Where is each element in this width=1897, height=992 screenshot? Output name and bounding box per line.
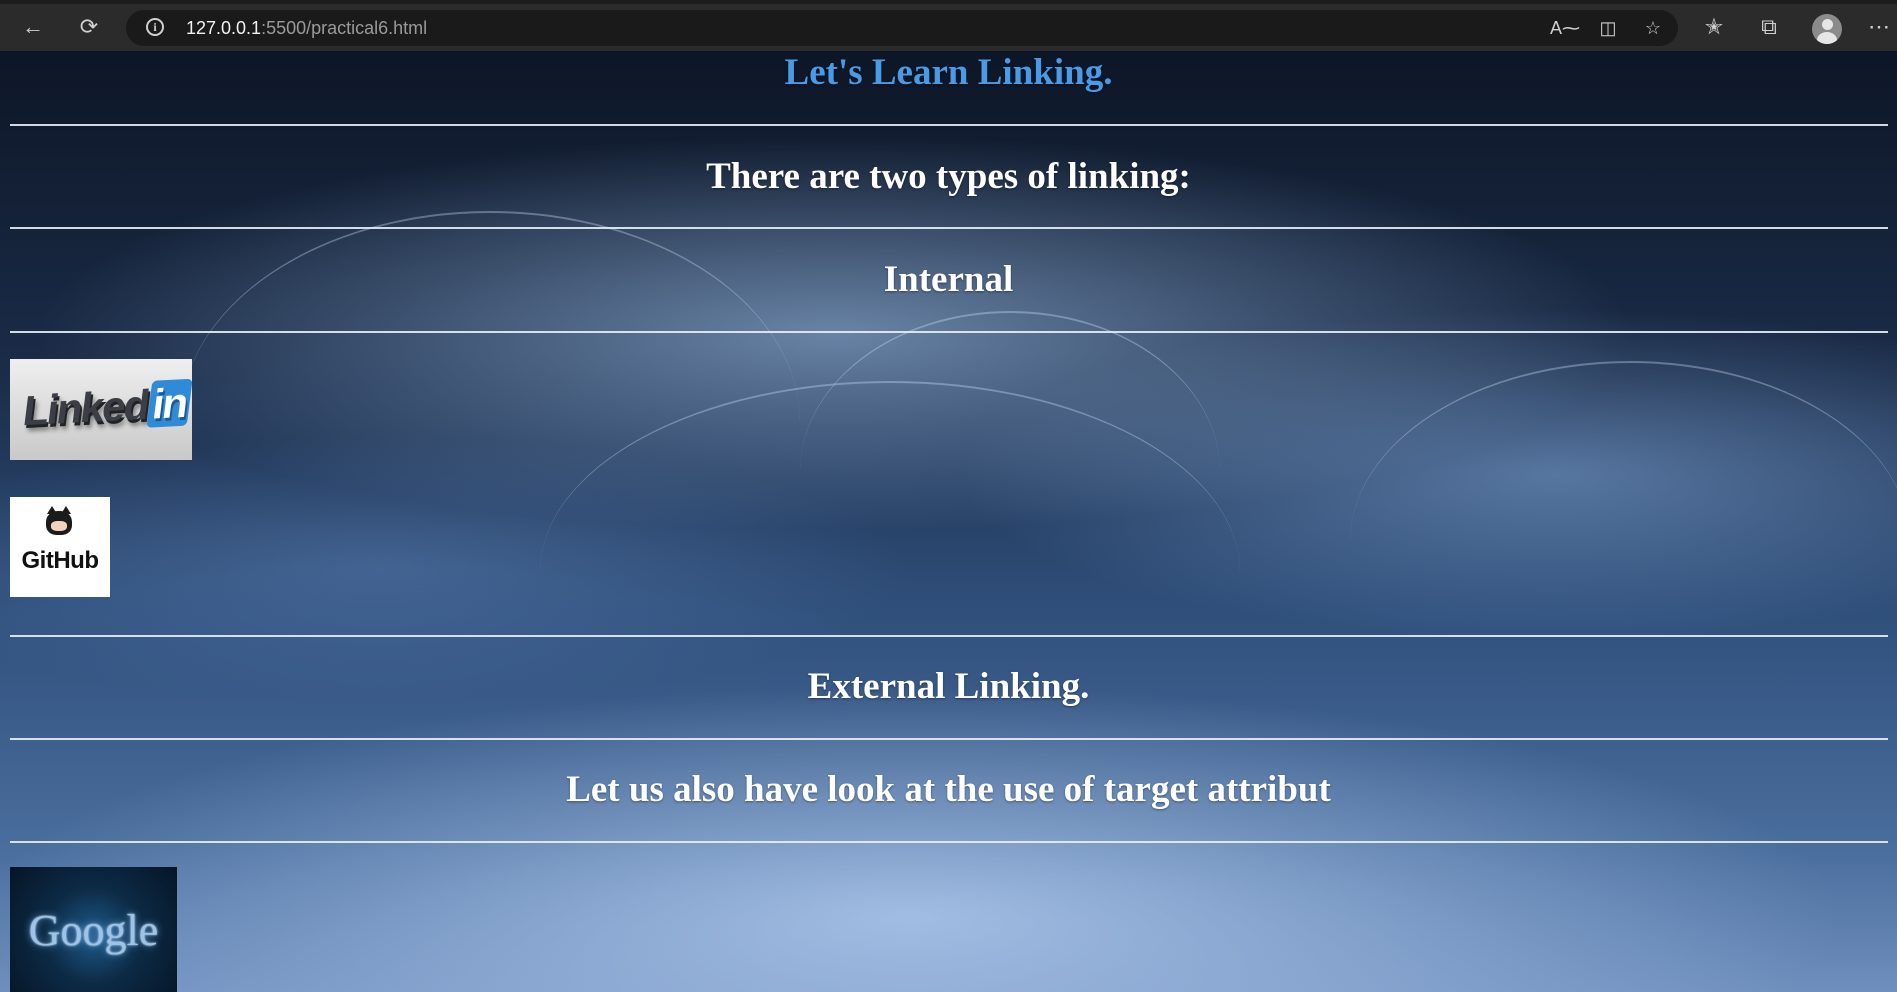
linkedin-logo-text: Linked: [20, 380, 151, 435]
browser-toolbar: ← ⟳ i 127.0.0.1:5500/practical6.html A⁓ …: [0, 0, 1897, 51]
url-text[interactable]: 127.0.0.1:5500/practical6.html: [186, 18, 427, 39]
back-arrow-icon[interactable]: ←: [16, 10, 50, 44]
horizontal-rule: [10, 124, 1888, 126]
add-favorite-icon[interactable]: ☆: [1641, 16, 1665, 40]
github-link[interactable]: GitHub: [10, 497, 110, 597]
page-body: Let's Learn Linking. There are two types…: [0, 51, 1897, 992]
linkedin-logo: Linkedin: [20, 378, 192, 436]
url-path: :5500/practical6.html: [261, 18, 428, 38]
google-logo-text: Google: [28, 906, 159, 955]
horizontal-rule: [10, 331, 1888, 333]
horizontal-rule: [10, 841, 1888, 843]
heading-types: There are two types of linking:: [706, 156, 1191, 197]
octocat-icon: [46, 506, 72, 535]
favorites-icon[interactable]: ✭: [1697, 10, 1731, 44]
background-wave: [800, 311, 1220, 633]
refresh-icon[interactable]: ⟳: [72, 10, 106, 44]
collections-icon[interactable]: ⧉: [1752, 10, 1786, 44]
heading-internal: Internal: [883, 259, 1014, 300]
google-link[interactable]: Google: [10, 867, 177, 992]
horizontal-rule: [10, 227, 1888, 229]
horizontal-rule: [10, 635, 1888, 637]
address-bar[interactable]: i 127.0.0.1:5500/practical6.html A⁓ ◫ ☆: [126, 10, 1678, 46]
linkedin-logo-in: in: [146, 378, 192, 428]
linkedin-link[interactable]: Linkedin: [10, 359, 192, 460]
url-host: 127.0.0.1: [186, 18, 262, 38]
profile-avatar-icon[interactable]: [1812, 14, 1842, 44]
horizontal-rule: [10, 738, 1888, 740]
immersive-reader-icon[interactable]: ◫: [1596, 16, 1620, 40]
more-menu-icon[interactable]: ⋯: [1862, 10, 1896, 44]
info-icon[interactable]: i: [146, 18, 164, 36]
heading-target: Let us also have look at the use of targ…: [566, 769, 1331, 810]
github-logo-text: GitHub: [21, 547, 99, 574]
heading-external: External Linking.: [807, 666, 1090, 707]
read-aloud-icon[interactable]: A⁓: [1550, 16, 1580, 40]
page-title: Let's Learn Linking.: [784, 52, 1113, 93]
